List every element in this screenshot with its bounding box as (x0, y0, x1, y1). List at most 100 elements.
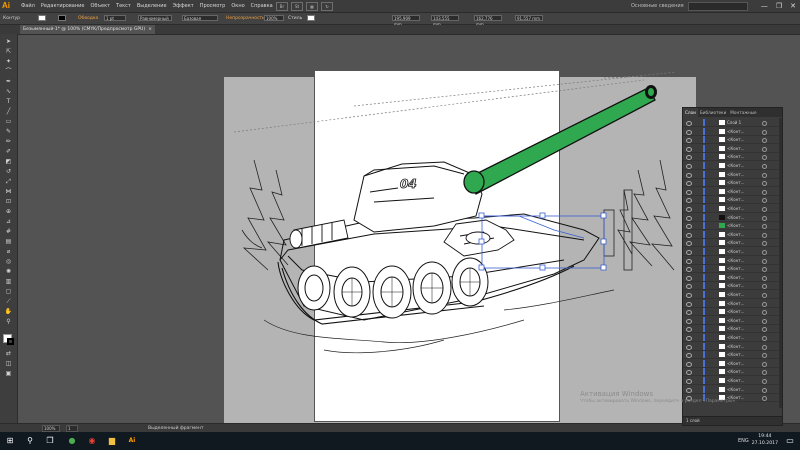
zoom-tool-icon[interactable]: ⚲ (4, 318, 13, 326)
start-icon[interactable]: ⊞ (4, 435, 16, 447)
layer-row[interactable]: <Конт... (683, 239, 782, 248)
layer-row[interactable]: <Конт... (683, 377, 782, 385)
width-input[interactable]: 162,776 mm (474, 15, 502, 27)
layer-row[interactable]: <Конт... (683, 342, 782, 351)
y-input[interactable]: 143,555 mm (431, 15, 459, 27)
layer-row[interactable]: <Конт... (683, 127, 782, 136)
layer-row[interactable]: <Конт... (683, 368, 782, 377)
width-tool-icon[interactable]: ⋈ (4, 188, 13, 196)
drawing-mode-icon[interactable]: ◫ (4, 360, 13, 368)
layer-target-icon[interactable] (762, 336, 767, 341)
visibility-eye-icon[interactable] (686, 301, 692, 307)
visibility-eye-icon[interactable] (686, 146, 692, 152)
layer-target-icon[interactable] (762, 293, 767, 298)
tab-layers[interactable]: Слои (683, 108, 698, 117)
explorer-icon[interactable]: ▆ (106, 435, 118, 447)
layer-row[interactable]: <Конт... (683, 153, 782, 162)
cannon-barrel[interactable] (463, 85, 657, 195)
visibility-eye-icon[interactable] (686, 172, 692, 178)
layer-row[interactable]: <Конт... (683, 359, 782, 368)
layer-target-icon[interactable] (762, 121, 767, 126)
layer-target-icon[interactable] (762, 396, 767, 402)
layer-row[interactable]: <Конт... (683, 256, 782, 265)
stroke-swatch[interactable] (58, 15, 66, 21)
shaper-tool-icon[interactable]: ✐ (4, 148, 13, 156)
stroke-weight-input[interactable]: 1 pt (104, 15, 126, 21)
zoom-select[interactable]: 100% (42, 425, 60, 432)
layer-row[interactable]: <Конт... (683, 213, 782, 222)
layer-target-icon[interactable] (762, 138, 767, 144)
layer-row[interactable]: <Конт... (683, 265, 782, 274)
document-tab[interactable]: Безымянный-1* @ 100% (CMYK/Предпросмотр … (20, 25, 155, 34)
visibility-eye-icon[interactable] (686, 284, 692, 290)
notifications-icon[interactable]: ▭ (784, 435, 796, 447)
layer-target-icon[interactable] (762, 250, 767, 255)
opacity-label[interactable]: Непрозрачность (226, 13, 265, 24)
menu-window[interactable]: Окно (228, 0, 247, 12)
lasso-tool-icon[interactable]: ⌒ (4, 68, 13, 76)
layer-target-icon[interactable] (762, 241, 767, 247)
close-icon[interactable]: ✕ (790, 0, 796, 12)
minimize-icon[interactable]: — (761, 0, 768, 12)
hand-tool-icon[interactable]: ✋ (4, 308, 13, 316)
layer-target-icon[interactable] (762, 301, 767, 307)
menu-help[interactable]: Справка (248, 0, 276, 12)
visibility-eye-icon[interactable] (686, 155, 692, 161)
layer-target-icon[interactable] (762, 164, 767, 169)
layer-row[interactable]: <Конт... (683, 325, 782, 334)
visibility-eye-icon[interactable] (686, 232, 692, 238)
visibility-eye-icon[interactable] (686, 353, 692, 359)
layer-row[interactable]: <Конт... (683, 299, 782, 308)
bridge-icon[interactable]: Br (276, 2, 288, 11)
chrome-icon[interactable]: ◉ (86, 435, 98, 447)
rectangle-tool-icon[interactable]: ▭ (4, 118, 13, 126)
visibility-eye-icon[interactable] (686, 189, 692, 195)
layer-target-icon[interactable] (762, 370, 767, 376)
visibility-eye-icon[interactable] (686, 224, 692, 230)
layer-target-icon[interactable] (762, 198, 767, 204)
visibility-eye-icon[interactable] (686, 379, 692, 384)
layer-target-icon[interactable] (762, 267, 767, 273)
stroke-label[interactable]: Обводка (78, 13, 98, 24)
gradient-tool-icon[interactable]: ▤ (4, 238, 13, 246)
layer-target-icon[interactable] (762, 361, 767, 367)
layer-row[interactable]: <Конт... (683, 179, 782, 188)
symbol-sprayer-tool-icon[interactable]: ✺ (4, 268, 13, 276)
free-transform-tool-icon[interactable]: ⊡ (4, 198, 13, 206)
visibility-eye-icon[interactable] (686, 181, 692, 187)
layer-target-icon[interactable] (762, 275, 767, 281)
line-tool-icon[interactable]: ╱ (4, 108, 13, 116)
style-swatch[interactable] (307, 15, 315, 21)
menu-select[interactable]: Выделение (134, 0, 170, 12)
layer-target-icon[interactable] (762, 172, 767, 178)
screen-mode-icon[interactable]: ▣ (4, 370, 13, 378)
layer-row[interactable]: <Конт... (683, 351, 782, 360)
layer-target-icon[interactable] (762, 344, 767, 350)
artboard-tool-icon[interactable]: ▢ (4, 288, 13, 296)
layer-target-icon[interactable] (762, 258, 767, 264)
layers-scrollbar[interactable] (779, 118, 782, 408)
tab-artboards[interactable]: Монтажные (728, 108, 758, 117)
layer-target-icon[interactable] (762, 232, 767, 238)
layer-target-icon[interactable] (762, 318, 767, 324)
layer-target-icon[interactable] (762, 189, 767, 195)
artboard-number[interactable]: 1 (66, 425, 78, 432)
brush-select[interactable]: Базовая (182, 15, 218, 21)
layer-row[interactable]: <Конт... (683, 282, 782, 291)
blend-tool-icon[interactable]: ◎ (4, 258, 13, 266)
tank-illustration[interactable]: 04 (224, 70, 682, 422)
visibility-eye-icon[interactable] (686, 336, 692, 341)
visibility-eye-icon[interactable] (686, 241, 692, 247)
visibility-eye-icon[interactable] (686, 258, 692, 264)
visibility-eye-icon[interactable] (686, 361, 692, 367)
visibility-eye-icon[interactable] (686, 129, 692, 135)
height-input[interactable]: 91,557 mm (515, 15, 543, 21)
visibility-eye-icon[interactable] (686, 293, 692, 298)
slice-tool-icon[interactable]: ⟋ (4, 298, 13, 306)
layer-row[interactable]: <Конт... (683, 170, 782, 179)
shape-builder-tool-icon[interactable]: ⊕ (4, 208, 13, 216)
visibility-eye-icon[interactable] (686, 250, 692, 255)
layer-row[interactable]: <Конт... (683, 316, 782, 325)
workspace-switcher[interactable]: Основные сведения (631, 1, 687, 11)
layer-row[interactable]: <Конт... (683, 187, 782, 196)
